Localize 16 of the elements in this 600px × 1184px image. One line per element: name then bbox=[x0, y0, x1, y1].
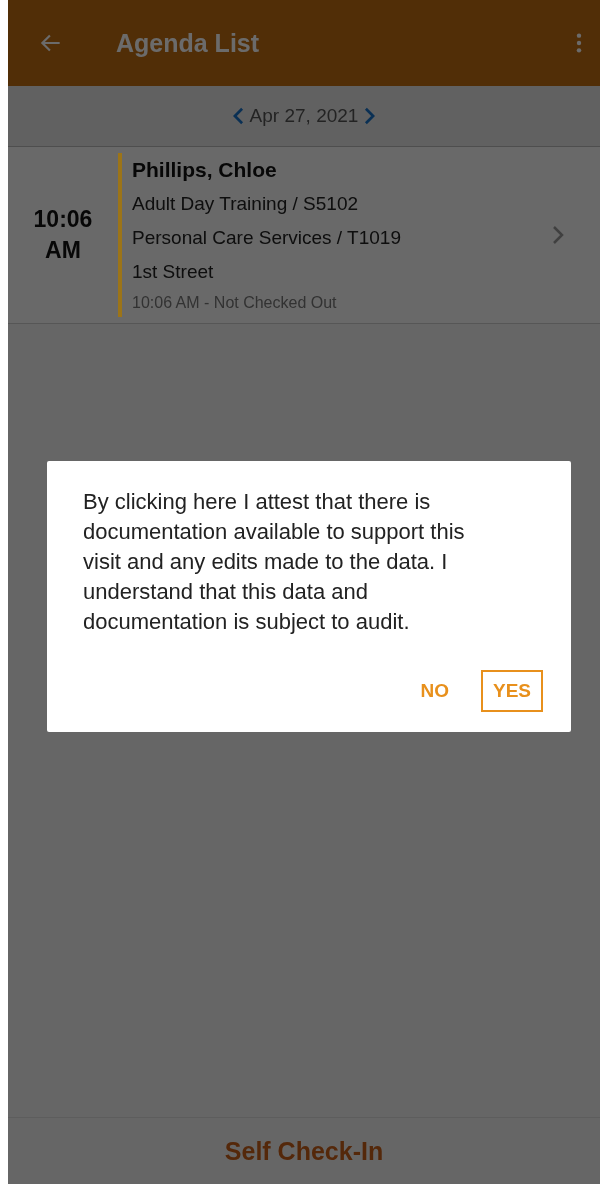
visit-detail: Personal Care Services / T1019 bbox=[132, 226, 402, 250]
visit-time: 10:06 bbox=[33, 204, 93, 234]
decline-button[interactable]: NO bbox=[410, 672, 459, 710]
previous-day-icon[interactable] bbox=[232, 107, 244, 125]
date-label: Apr 27, 2021 bbox=[249, 105, 359, 127]
visit-detail: Adult Day Training / S5102 bbox=[132, 192, 360, 216]
client-name: Phillips, Chloe bbox=[132, 157, 278, 183]
more-options-icon[interactable] bbox=[576, 32, 582, 54]
chevron-right-icon bbox=[552, 225, 564, 245]
confirm-button[interactable]: YES bbox=[480, 670, 543, 712]
screen-title: Agenda List bbox=[116, 28, 261, 58]
self-check-in-button[interactable]: Self Check-In bbox=[218, 1135, 390, 1167]
attestation-message: By clicking here I attest that there is documentation available to support this visit and any edits made to the data. I understand that this data and documentation is subject to audit. bbox=[83, 488, 466, 636]
next-day-icon[interactable] bbox=[364, 107, 376, 125]
visit-period: AM bbox=[45, 236, 81, 265]
visit-detail: 1st Street bbox=[132, 260, 215, 284]
